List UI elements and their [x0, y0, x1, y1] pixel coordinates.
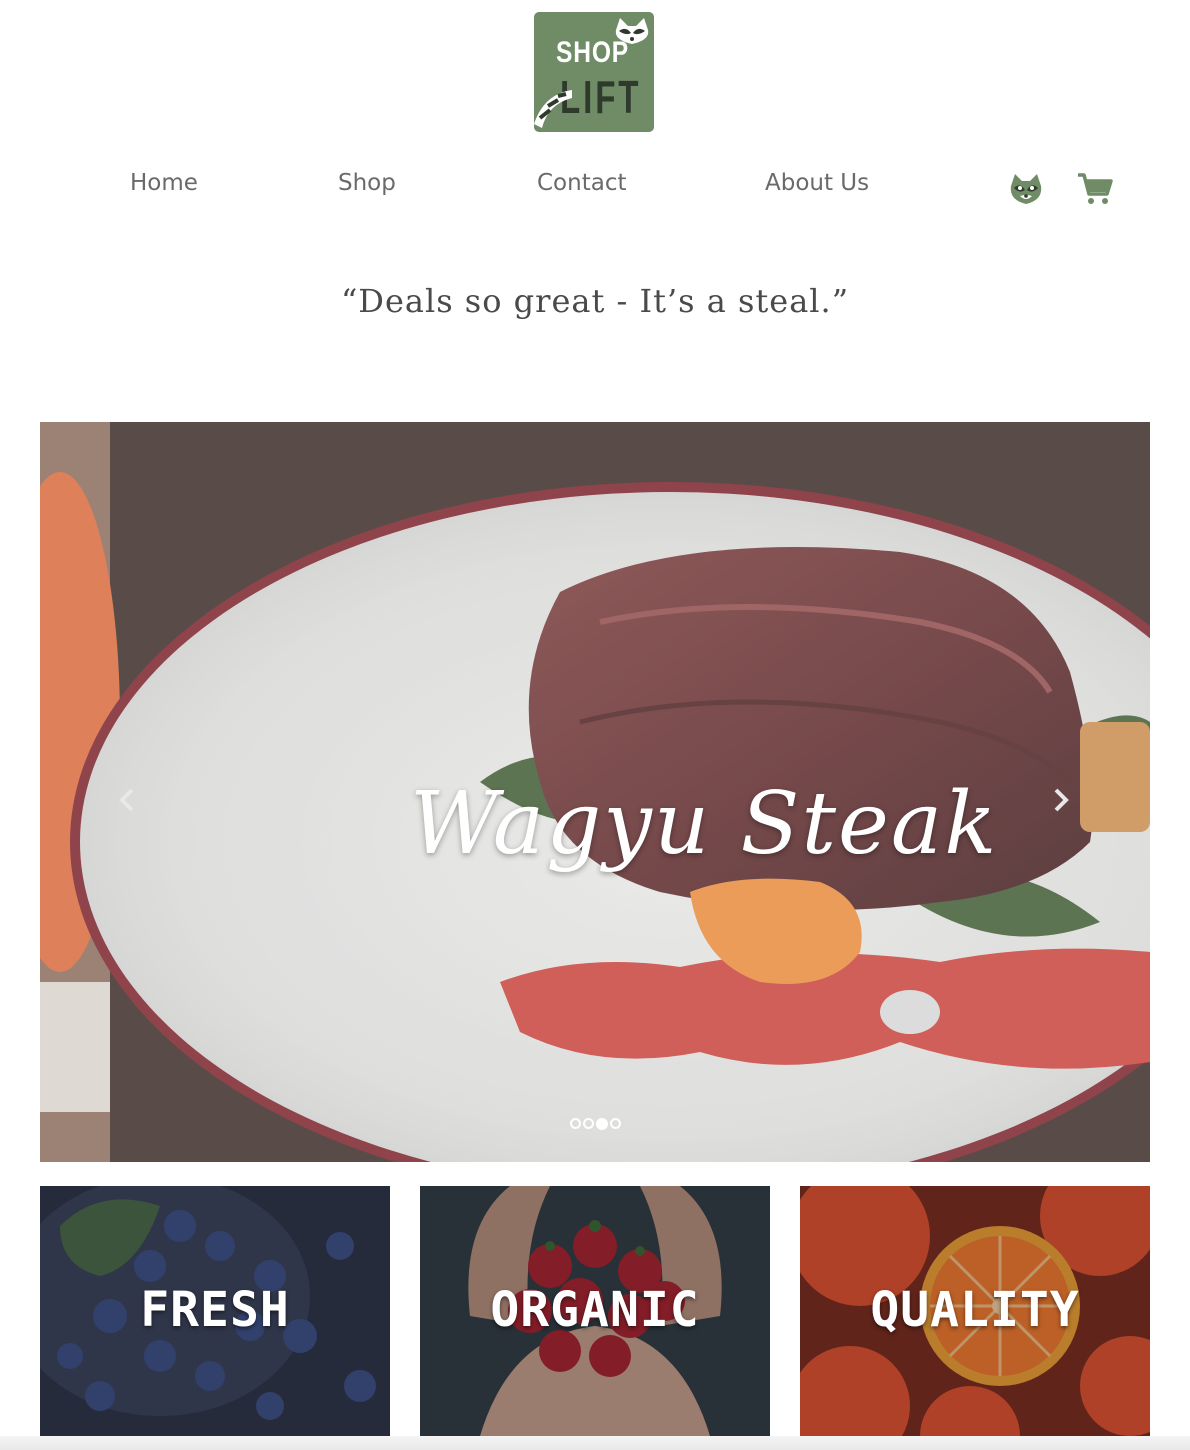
account-button[interactable]	[1008, 172, 1044, 210]
hero-carousel[interactable]: Wagyu Steak	[40, 422, 1150, 1162]
feature-label: QUALITY	[870, 1282, 1080, 1338]
raccoon-icon	[1010, 174, 1042, 204]
chevron-right-icon	[1054, 788, 1069, 812]
nav-contact[interactable]: Contact	[537, 170, 626, 196]
raccoon-tail-icon	[534, 90, 572, 128]
page-bottom-fade	[0, 1436, 1190, 1450]
carousel-dot[interactable]	[610, 1118, 621, 1129]
logo-text-shop: SHOP	[556, 36, 630, 69]
feature-tile-fresh[interactable]: FRESH	[40, 1186, 390, 1436]
carousel-dot[interactable]	[583, 1118, 594, 1129]
carousel-dot[interactable]	[596, 1118, 608, 1130]
chevron-left-icon	[119, 788, 134, 812]
feature-tile-organic[interactable]: ORGANIC	[420, 1186, 770, 1436]
nav-shop[interactable]: Shop	[338, 170, 396, 196]
site-logo[interactable]: SHOP LIFT	[534, 12, 654, 132]
cart-button[interactable]	[1076, 170, 1114, 212]
cart-icon	[1078, 173, 1113, 204]
nav-about-us[interactable]: About Us	[765, 170, 869, 196]
carousel-next-button[interactable]	[1046, 780, 1076, 820]
carousel-prev-button[interactable]	[112, 780, 142, 820]
carousel-indicators	[570, 1118, 621, 1130]
feature-tile-quality[interactable]: QUALITY	[800, 1186, 1150, 1436]
carousel-dot[interactable]	[570, 1118, 581, 1129]
feature-label: FRESH	[140, 1282, 290, 1338]
tagline: “Deals so great - It’s a steal.”	[340, 282, 850, 320]
feature-label: ORGANIC	[490, 1282, 700, 1338]
carousel-caption: Wagyu Steak	[410, 774, 999, 874]
nav-home[interactable]: Home	[130, 170, 198, 196]
